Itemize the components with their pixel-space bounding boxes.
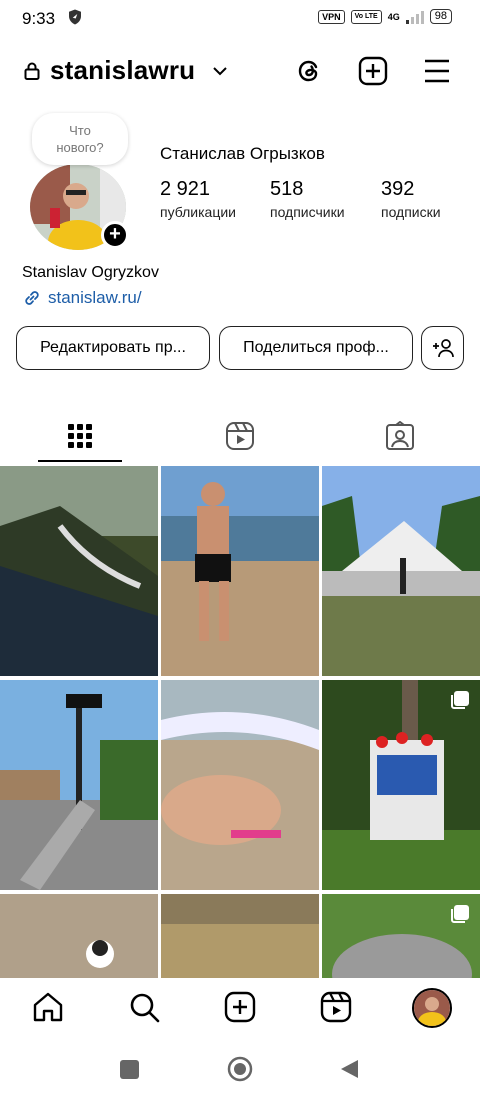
edit-profile-button[interactable]: Редактировать пр... <box>16 326 210 370</box>
battery-level: 98 <box>434 10 447 22</box>
share-profile-button[interactable]: Поделиться проф... <box>219 326 413 370</box>
profile-link-text: stanislaw.ru/ <box>48 288 142 307</box>
grid-post[interactable] <box>0 466 158 676</box>
link-icon <box>25 291 39 305</box>
grid-post[interactable] <box>322 466 480 676</box>
username[interactable]: stanislawru <box>50 55 195 86</box>
discover-people-button[interactable] <box>421 326 464 370</box>
recents-button[interactable] <box>120 1060 139 1079</box>
status-bar: 9:33 VPN Vo LTE 4G 98 <box>0 0 480 36</box>
carousel-icon <box>451 905 469 923</box>
status-time: 9:33 <box>22 9 56 28</box>
home-icon[interactable] <box>31 990 65 1024</box>
grid-post[interactable] <box>161 466 319 676</box>
grid-post[interactable] <box>0 894 158 978</box>
battery-icon: 98 <box>429 9 452 24</box>
shield-icon <box>69 9 81 25</box>
posts-grid <box>0 466 480 978</box>
notes-bubble-text: Что нового? <box>56 123 104 155</box>
grid-icon <box>68 424 92 448</box>
reels-icon <box>226 422 254 450</box>
notes-bubble[interactable]: Что нового? <box>32 113 128 165</box>
profile-nav-avatar[interactable] <box>412 988 452 1028</box>
profile-full-name: Станислав Огрызков <box>160 144 325 163</box>
reels-nav-icon[interactable] <box>319 990 353 1024</box>
stat-following[interactable]: 392 подписки <box>381 178 441 220</box>
volte-badge: Vo LTE <box>350 9 382 24</box>
threads-icon[interactable] <box>294 56 324 86</box>
back-button[interactable] <box>338 1058 360 1080</box>
grid-post[interactable] <box>0 680 158 890</box>
tab-reels[interactable] <box>160 410 320 462</box>
vpn-badge: VPN <box>318 9 345 24</box>
create-icon[interactable] <box>358 56 388 86</box>
stat-followers[interactable]: 518 подписчики <box>270 178 345 220</box>
stat-followers-label: подписчики <box>270 204 345 220</box>
tagged-icon <box>386 421 414 450</box>
new-post-icon[interactable] <box>223 990 257 1024</box>
search-icon[interactable] <box>127 990 161 1024</box>
signal-icon <box>405 10 424 24</box>
grid-post[interactable] <box>161 680 319 890</box>
bio-name: Stanislav Ogryzkov <box>22 264 159 281</box>
system-nav-bar <box>0 1040 480 1100</box>
active-tab-indicator <box>38 460 122 462</box>
bottom-nav <box>0 978 480 1040</box>
stat-following-value: 392 <box>381 178 415 200</box>
tab-posts-grid[interactable] <box>0 410 160 462</box>
status-indicators: VPN Vo LTE 4G 98 <box>318 9 452 24</box>
menu-icon[interactable] <box>422 56 452 86</box>
stat-posts-label: публикации <box>160 204 236 220</box>
stat-posts[interactable]: 2 921 публикации <box>160 178 236 220</box>
stat-following-label: подписки <box>381 204 441 220</box>
profile-header: stanislawru <box>0 50 480 92</box>
network-label: 4G <box>387 11 400 22</box>
grid-post[interactable] <box>322 680 480 890</box>
home-button[interactable] <box>227 1056 253 1082</box>
grid-post[interactable] <box>322 894 480 978</box>
grid-post[interactable] <box>161 894 319 978</box>
add-story-button[interactable]: + <box>101 221 129 249</box>
profile-link[interactable]: stanislaw.ru/ <box>22 288 142 308</box>
stat-followers-value: 518 <box>270 178 304 200</box>
lock-icon <box>24 62 40 80</box>
add-person-icon <box>432 339 454 358</box>
stat-posts-value: 2 921 <box>160 178 211 200</box>
chevron-down-icon[interactable] <box>212 64 228 78</box>
tab-tagged[interactable] <box>320 410 480 462</box>
carousel-icon <box>451 691 469 709</box>
